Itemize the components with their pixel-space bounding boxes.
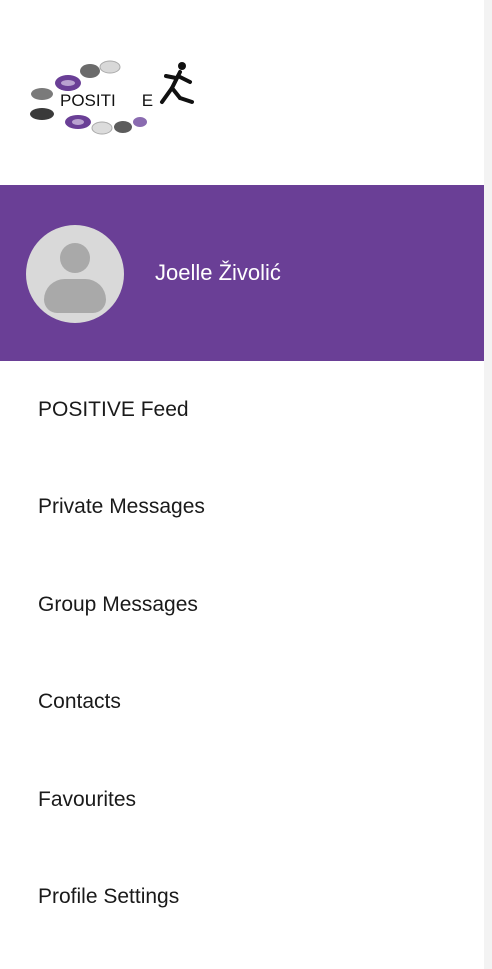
logo-text: POSITI E [60, 91, 154, 110]
drawer-edge-shadow [484, 0, 492, 969]
menu-item-profile-settings[interactable]: Profile Settings [0, 849, 484, 947]
avatar-head-icon [60, 243, 90, 273]
menu-item-private-messages[interactable]: Private Messages [0, 459, 484, 557]
drawer-header[interactable]: Joelle Živolić [0, 185, 484, 361]
drawer-menu: POSITIVE Feed Private Messages Group Mes… [0, 361, 484, 946]
menu-item-group-messages[interactable]: Group Messages [0, 556, 484, 654]
avatar-body-icon [44, 279, 106, 313]
positive-logo: POSITI E [30, 58, 210, 140]
menu-item-label: POSITIVE Feed [38, 397, 189, 421]
user-name: Joelle Živolić [155, 260, 281, 285]
menu-item-label: Profile Settings [38, 885, 180, 909]
menu-item-label: Contacts [38, 690, 121, 714]
menu-item-positive-feed[interactable]: POSITIVE Feed [0, 361, 484, 459]
menu-item-favourites[interactable]: Favourites [0, 751, 484, 849]
avatar[interactable] [26, 225, 124, 323]
navigation-drawer: POSITI E Joelle Živolić POSITIVE Feed Pri… [0, 0, 492, 969]
menu-item-label: Private Messages [38, 495, 205, 519]
menu-item-label: Favourites [38, 787, 137, 811]
menu-item-label: Group Messages [38, 592, 198, 616]
menu-item-contacts[interactable]: Contacts [0, 654, 484, 752]
